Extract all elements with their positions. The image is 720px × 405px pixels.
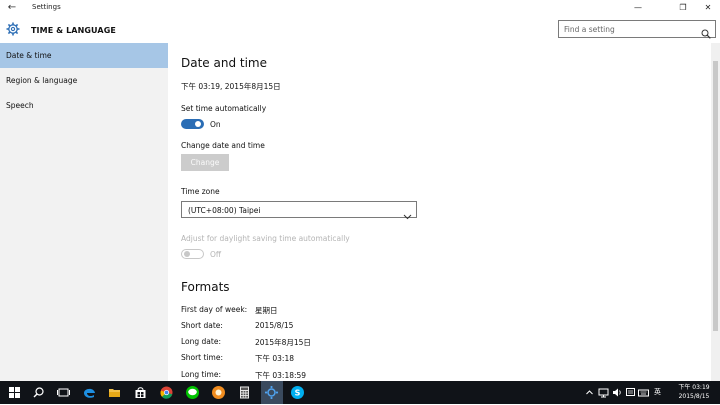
time-zone-label: Time zone (181, 187, 220, 196)
skype-icon[interactable]: S (289, 384, 306, 401)
window-title: Settings (32, 3, 61, 11)
format-value: 2015年8月15日 (255, 338, 311, 347)
clock-date: 2015/8/15 (678, 393, 710, 400)
toggle-knob (195, 121, 201, 127)
search-placeholder: Find a setting (564, 25, 615, 34)
network-icon[interactable] (598, 387, 609, 398)
change-datetime-label: Change date and time (181, 141, 265, 150)
taskbar: S 英 下午 03:19 2015/8/15 (0, 381, 720, 404)
sidebar-item-region-language[interactable]: Region & language (0, 68, 168, 93)
scroll-thumb[interactable] (713, 61, 718, 331)
daylight-toggle[interactable] (181, 249, 204, 259)
taskbar-clock[interactable]: 下午 03:19 2015/8/15 (672, 383, 716, 401)
daylight-state: Off (210, 250, 222, 259)
format-value: 下午 03:18 (255, 354, 294, 363)
chrome-icon[interactable] (158, 384, 175, 401)
volume-icon[interactable] (612, 387, 623, 398)
format-key: Short date: (181, 321, 223, 330)
clock-time: 下午 03:19 (678, 384, 710, 391)
gear-icon (6, 22, 20, 36)
time-zone-value: (UTC+08:00) Taipei (188, 206, 261, 215)
current-datetime: 下午 03:19, 2015年8月15日 (181, 82, 281, 91)
set-time-auto-state: On (210, 120, 221, 129)
toggle-knob (184, 251, 190, 257)
format-key: Long time: (181, 370, 222, 379)
set-time-auto-toggle[interactable] (181, 119, 204, 129)
format-key: First day of week: (181, 305, 248, 314)
svg-text:S: S (295, 389, 301, 398)
back-button[interactable]: ← (5, 2, 19, 14)
search-icon[interactable] (30, 384, 47, 401)
search-icon[interactable] (701, 24, 711, 39)
format-value: 下午 03:18:59 (255, 371, 307, 380)
formats-title: Formats (181, 280, 230, 294)
format-value: 2015/8/15 (255, 321, 294, 330)
chevron-up-icon[interactable] (585, 387, 594, 398)
sidebar: Date & time Region & language Speech (0, 43, 168, 381)
calculator-icon[interactable] (236, 384, 253, 401)
title-bar: ← Settings — ❐ ✕ (0, 0, 720, 17)
change-button[interactable]: Change (181, 154, 229, 171)
section-title: Date and time (181, 56, 267, 70)
search-input[interactable]: Find a setting (558, 20, 716, 39)
scrollbar[interactable] (711, 43, 720, 381)
sidebar-item-date-time[interactable]: Date & time (0, 43, 168, 68)
restore-button[interactable]: ❐ (671, 1, 695, 15)
action-center-icon[interactable] (625, 387, 636, 398)
format-key: Short time: (181, 353, 223, 362)
close-button[interactable]: ✕ (696, 1, 720, 15)
minimize-button[interactable]: — (626, 1, 650, 15)
keyboard-icon[interactable] (638, 387, 649, 398)
file-explorer-icon[interactable] (106, 384, 123, 401)
set-time-auto-label: Set time automatically (181, 104, 267, 113)
page-title: TIME & LANGUAGE (31, 26, 116, 35)
format-value: 星期日 (255, 306, 278, 315)
input-language-indicator[interactable]: 英 (654, 387, 661, 398)
daylight-label: Adjust for daylight saving time automati… (181, 234, 350, 243)
line-icon[interactable] (184, 384, 201, 401)
main-content: Date and time 下午 03:19, 2015年8月15日 Set t… (168, 43, 711, 381)
weather-app-icon[interactable] (210, 384, 227, 401)
edge-icon[interactable] (81, 384, 98, 401)
chevron-down-icon (403, 206, 412, 220)
sidebar-item-speech[interactable]: Speech (0, 93, 168, 118)
windows-start-icon[interactable] (6, 384, 23, 401)
task-view-icon[interactable] (55, 384, 72, 401)
settings-icon[interactable] (261, 381, 283, 404)
time-zone-dropdown[interactable]: (UTC+08:00) Taipei (181, 201, 417, 220)
format-key: Long date: (181, 337, 221, 346)
store-icon[interactable] (132, 384, 149, 401)
